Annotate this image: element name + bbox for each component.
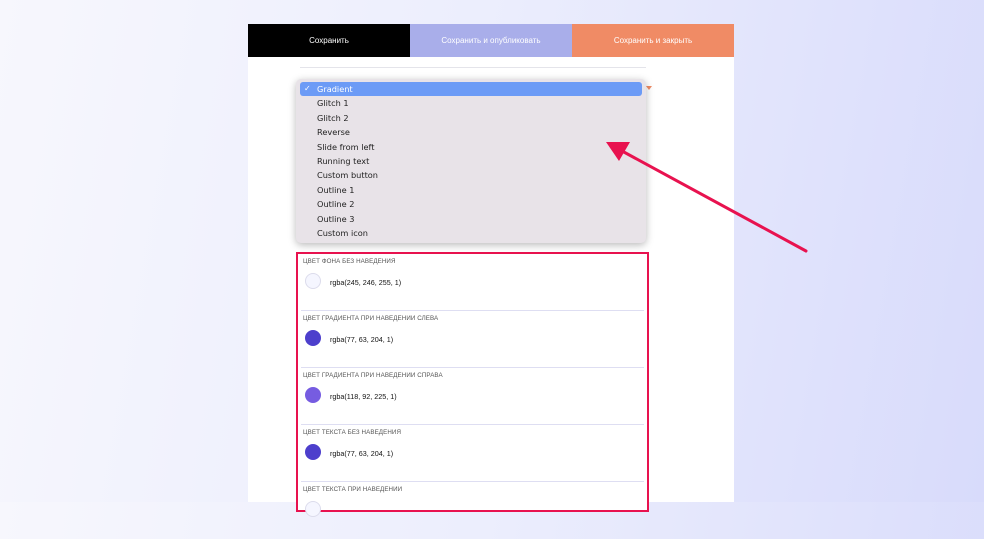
dropdown-option-outline-1[interactable]: Outline 1 — [300, 183, 642, 197]
color-swatch[interactable] — [305, 501, 321, 517]
color-label: ЦВЕТ ТЕКСТА ПРИ НАВЕДЕНИИ — [303, 486, 403, 493]
color-row-text-default: ЦВЕТ ТЕКСТА БЕЗ НАВЕДЕНИЯ rgba(77, 63, 2… — [298, 425, 647, 482]
select-caret-icon — [646, 86, 652, 90]
dropdown-option-custom-button[interactable]: Custom button — [300, 168, 642, 182]
color-settings-box: ЦВЕТ ФОНА БЕЗ НАВЕДЕНИЯ rgba(245, 246, 2… — [296, 252, 649, 517]
dropdown-option-glitch-2[interactable]: Glitch 2 — [300, 111, 642, 125]
dropdown-option-outline-3[interactable]: Outline 3 — [300, 212, 642, 226]
color-label: ЦВЕТ ГРАДИЕНТА ПРИ НАВЕДЕНИИ СЛЕВА — [303, 315, 439, 322]
color-swatch[interactable] — [305, 387, 321, 403]
color-value[interactable]: rgba(245, 246, 255, 1) — [330, 278, 401, 287]
dropdown-option-outline-2[interactable]: Outline 2 — [300, 197, 642, 211]
color-swatch[interactable] — [305, 273, 321, 289]
dropdown-option-custom-icon[interactable]: Custom icon — [300, 226, 642, 240]
color-row-gradient-left: ЦВЕТ ГРАДИЕНТА ПРИ НАВЕДЕНИИ СЛЕВА rgba(… — [298, 311, 647, 368]
toolbar: Сохранить Сохранить и опубликовать Сохра… — [248, 24, 734, 57]
color-row-bg-default: ЦВЕТ ФОНА БЕЗ НАВЕДЕНИЯ rgba(245, 246, 2… — [298, 254, 647, 311]
option-label: Gradient — [317, 84, 353, 94]
color-value[interactable]: rgba(118, 92, 225, 1) — [330, 392, 397, 401]
animation-dropdown-menu[interactable]: ✓ Gradient Glitch 1 Glitch 2 Reverse Sli… — [296, 79, 646, 243]
color-label: ЦВЕТ ТЕКСТА БЕЗ НАВЕДЕНИЯ — [303, 429, 402, 436]
color-row-text-hover: ЦВЕТ ТЕКСТА ПРИ НАВЕДЕНИИ — [298, 482, 647, 539]
color-swatch[interactable] — [305, 330, 321, 346]
dropdown-option-running-text[interactable]: Running text — [300, 154, 642, 168]
color-value[interactable]: rgba(77, 63, 204, 1) — [330, 449, 393, 458]
dropdown-option-reverse[interactable]: Reverse — [300, 125, 642, 139]
dropdown-option-gradient[interactable]: ✓ Gradient — [300, 82, 642, 97]
save-and-publish-button[interactable]: Сохранить и опубликовать — [410, 24, 572, 57]
color-label: ЦВЕТ ФОНА БЕЗ НАВЕДЕНИЯ — [303, 258, 396, 265]
save-and-close-button[interactable]: Сохранить и закрыть — [572, 24, 734, 57]
dropdown-option-slide-from-left[interactable]: Slide from left — [300, 140, 642, 154]
color-value[interactable]: rgba(77, 63, 204, 1) — [330, 335, 393, 344]
color-row-gradient-right: ЦВЕТ ГРАДИЕНТА ПРИ НАВЕДЕНИИ СПРАВА rgba… — [298, 368, 647, 425]
color-swatch[interactable] — [305, 444, 321, 460]
form-divider — [300, 67, 646, 68]
dropdown-option-glitch-1[interactable]: Glitch 1 — [300, 96, 642, 110]
check-icon: ✓ — [304, 84, 311, 93]
color-label: ЦВЕТ ГРАДИЕНТА ПРИ НАВЕДЕНИИ СПРАВА — [303, 372, 443, 379]
save-button[interactable]: Сохранить — [248, 24, 410, 57]
